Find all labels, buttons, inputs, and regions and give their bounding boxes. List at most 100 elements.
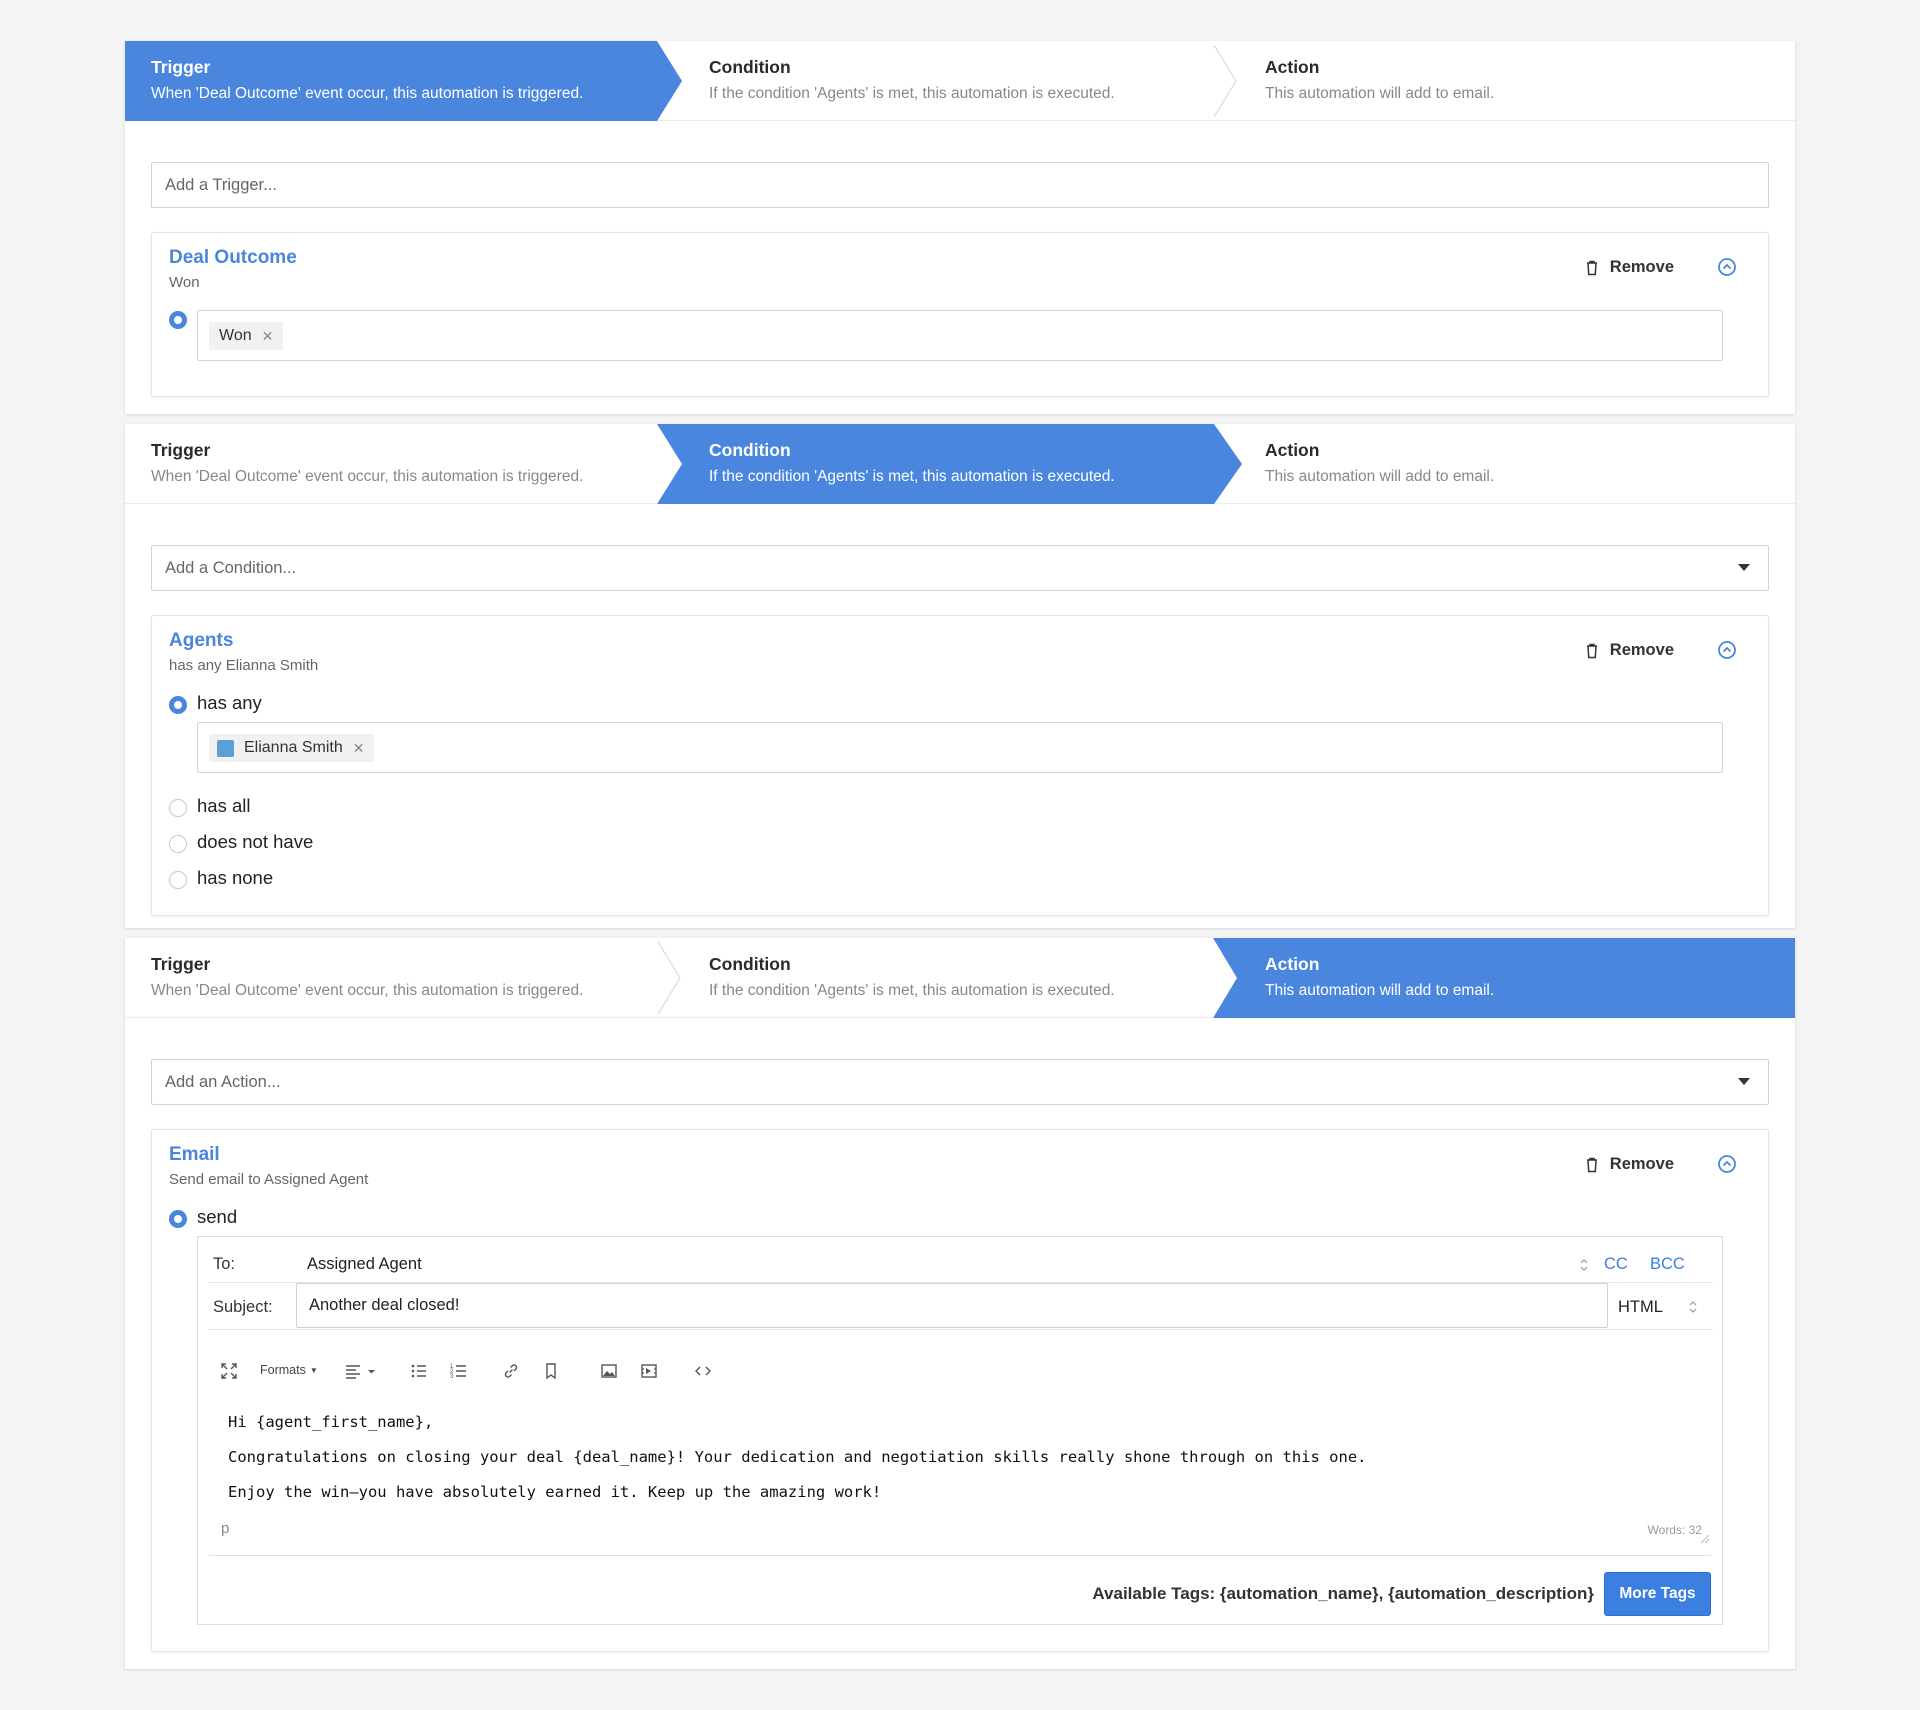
option-label: has none xyxy=(197,867,274,888)
collapse-icon[interactable] xyxy=(1717,640,1737,660)
editor-line[interactable]: Hi {agent_first_name}, xyxy=(228,1413,433,1431)
numbered-list-icon[interactable]: 123 xyxy=(450,1362,468,1380)
cc-link[interactable]: CC xyxy=(1604,1255,1628,1274)
card-title: Deal Outcome xyxy=(169,247,297,268)
step-trigger[interactable]: Trigger When 'Deal Outcome' event occur,… xyxy=(125,938,682,1018)
email-composer: To: Assigned Agent CC BCC Subject: Anoth… xyxy=(197,1236,1723,1625)
select-arrows-icon xyxy=(1580,1259,1588,1271)
tag-chip: Elianna Smith ✕ xyxy=(209,734,375,762)
step-title: Action xyxy=(1265,954,1320,974)
subject-row: Subject: Another deal closed! HTML xyxy=(209,1283,1713,1330)
trash-icon xyxy=(1586,260,1597,275)
radio-does-not-have[interactable] xyxy=(169,835,187,853)
step-title: Trigger xyxy=(151,954,211,974)
step-action[interactable]: Action This automation will add to email… xyxy=(1213,424,1795,504)
step-title: Condition xyxy=(709,440,791,460)
collapse-icon[interactable] xyxy=(1717,257,1737,277)
email-action-card: Email Send email to Assigned Agent Remov… xyxy=(151,1129,1769,1652)
svg-text:3: 3 xyxy=(450,1374,454,1380)
option-label: has any xyxy=(197,692,262,713)
resize-handle-icon[interactable] xyxy=(1700,1534,1710,1544)
caret-down-icon: ▼ xyxy=(309,1365,318,1375)
remove-button[interactable]: Remove xyxy=(1585,258,1674,277)
word-count: Words: 32 xyxy=(1647,1523,1702,1537)
to-select[interactable]: Assigned Agent xyxy=(307,1255,422,1274)
step-desc: This automation will add to email. xyxy=(1265,468,1495,485)
step-desc: When 'Deal Outcome' event occur, this au… xyxy=(151,85,584,102)
option-label: does not have xyxy=(197,831,314,852)
divider xyxy=(209,1555,1711,1556)
trash-icon xyxy=(1586,643,1597,658)
card-subtitle: Send email to Assigned Agent xyxy=(169,1171,369,1188)
editor-line[interactable]: Congratulations on closing your deal {de… xyxy=(228,1448,1366,1466)
step-action[interactable]: Action This automation will add to email… xyxy=(1213,938,1795,1018)
step-desc: If the condition 'Agents' is met, this a… xyxy=(709,85,1115,102)
bullet-list-icon[interactable] xyxy=(410,1362,428,1380)
tag-remove-icon[interactable]: ✕ xyxy=(262,328,274,345)
remove-button[interactable]: Remove xyxy=(1585,641,1674,660)
step-bar: Trigger When 'Deal Outcome' event occur,… xyxy=(125,424,1795,504)
formats-label: Formats xyxy=(260,1363,306,1377)
formats-dropdown[interactable]: Formats ▼ xyxy=(260,1363,318,1377)
radio-has-any[interactable] xyxy=(169,696,187,714)
radio-has-none[interactable] xyxy=(169,871,187,889)
add-action-select[interactable]: Add an Action... xyxy=(151,1059,1769,1105)
step-trigger[interactable]: Trigger When 'Deal Outcome' event occur,… xyxy=(125,41,682,121)
card-subtitle: has any Elianna Smith xyxy=(169,657,319,674)
trigger-panel: Trigger When 'Deal Outcome' event occur,… xyxy=(125,41,1795,414)
step-condition[interactable]: Condition If the condition 'Agents' is m… xyxy=(657,41,1242,121)
step-title: Action xyxy=(1265,57,1320,77)
bookmark-icon[interactable] xyxy=(542,1362,560,1380)
step-desc: If the condition 'Agents' is met, this a… xyxy=(709,468,1115,485)
action-panel: Trigger When 'Deal Outcome' event occur,… xyxy=(125,938,1795,1669)
step-condition[interactable]: Condition If the condition 'Agents' is m… xyxy=(657,938,1242,1018)
radio-send[interactable] xyxy=(169,1210,187,1228)
step-desc: If the condition 'Agents' is met, this a… xyxy=(709,982,1115,999)
remove-label: Remove xyxy=(1609,641,1674,659)
step-desc: This automation will add to email. xyxy=(1265,982,1495,999)
image-icon[interactable] xyxy=(600,1362,618,1380)
editor-line[interactable]: Enjoy the win—you have absolutely earned… xyxy=(228,1483,881,1501)
step-condition[interactable]: Condition If the condition 'Agents' is m… xyxy=(657,424,1242,504)
step-title: Condition xyxy=(709,954,791,974)
fullscreen-icon[interactable] xyxy=(220,1362,238,1380)
to-row: To: Assigned Agent CC BCC xyxy=(209,1237,1713,1283)
add-condition-select[interactable]: Add a Condition... xyxy=(151,545,1769,591)
select-arrows-icon xyxy=(1689,1301,1697,1313)
subject-input[interactable]: Another deal closed! xyxy=(296,1283,1608,1328)
card-subtitle: Won xyxy=(169,274,200,291)
tag-label: Won xyxy=(219,327,252,344)
step-bar: Trigger When 'Deal Outcome' event occur,… xyxy=(125,938,1795,1018)
agent-tag-input[interactable]: Elianna Smith ✕ xyxy=(197,722,1723,773)
step-title: Trigger xyxy=(151,440,211,460)
code-icon[interactable] xyxy=(694,1362,712,1380)
step-trigger[interactable]: Trigger When 'Deal Outcome' event occur,… xyxy=(125,424,682,504)
step-desc: This automation will add to email. xyxy=(1265,85,1495,102)
caret-down-icon xyxy=(1738,564,1750,571)
option-label: send xyxy=(197,1206,238,1227)
card-title: Agents xyxy=(169,630,234,651)
remove-button[interactable]: Remove xyxy=(1585,1155,1674,1174)
step-title: Condition xyxy=(709,57,791,77)
remove-label: Remove xyxy=(1609,1155,1674,1173)
step-action[interactable]: Action This automation will add to email… xyxy=(1213,41,1795,121)
collapse-icon[interactable] xyxy=(1717,1154,1737,1174)
add-trigger-input[interactable]: Add a Trigger... xyxy=(151,162,1769,208)
tag-remove-icon[interactable]: ✕ xyxy=(353,740,365,757)
align-icon[interactable] xyxy=(344,1362,380,1380)
bcc-link[interactable]: BCC xyxy=(1650,1255,1685,1274)
option-label: has all xyxy=(197,795,251,816)
tag-input[interactable]: Won ✕ xyxy=(197,310,1723,361)
tag-chip: Won ✕ xyxy=(209,322,284,350)
radio-won[interactable] xyxy=(169,311,187,329)
media-icon[interactable] xyxy=(640,1362,658,1380)
step-bar: Trigger When 'Deal Outcome' event occur,… xyxy=(125,41,1795,121)
subject-label: Subject: xyxy=(213,1298,273,1316)
condition-card: Agents has any Elianna Smith Remove has … xyxy=(151,615,1769,916)
radio-has-all[interactable] xyxy=(169,799,187,817)
format-select[interactable]: HTML xyxy=(1618,1298,1663,1317)
select-placeholder: Add a Condition... xyxy=(165,559,297,577)
more-tags-button[interactable]: More Tags xyxy=(1604,1572,1711,1616)
link-icon[interactable] xyxy=(502,1362,520,1380)
to-label: To: xyxy=(213,1255,236,1273)
